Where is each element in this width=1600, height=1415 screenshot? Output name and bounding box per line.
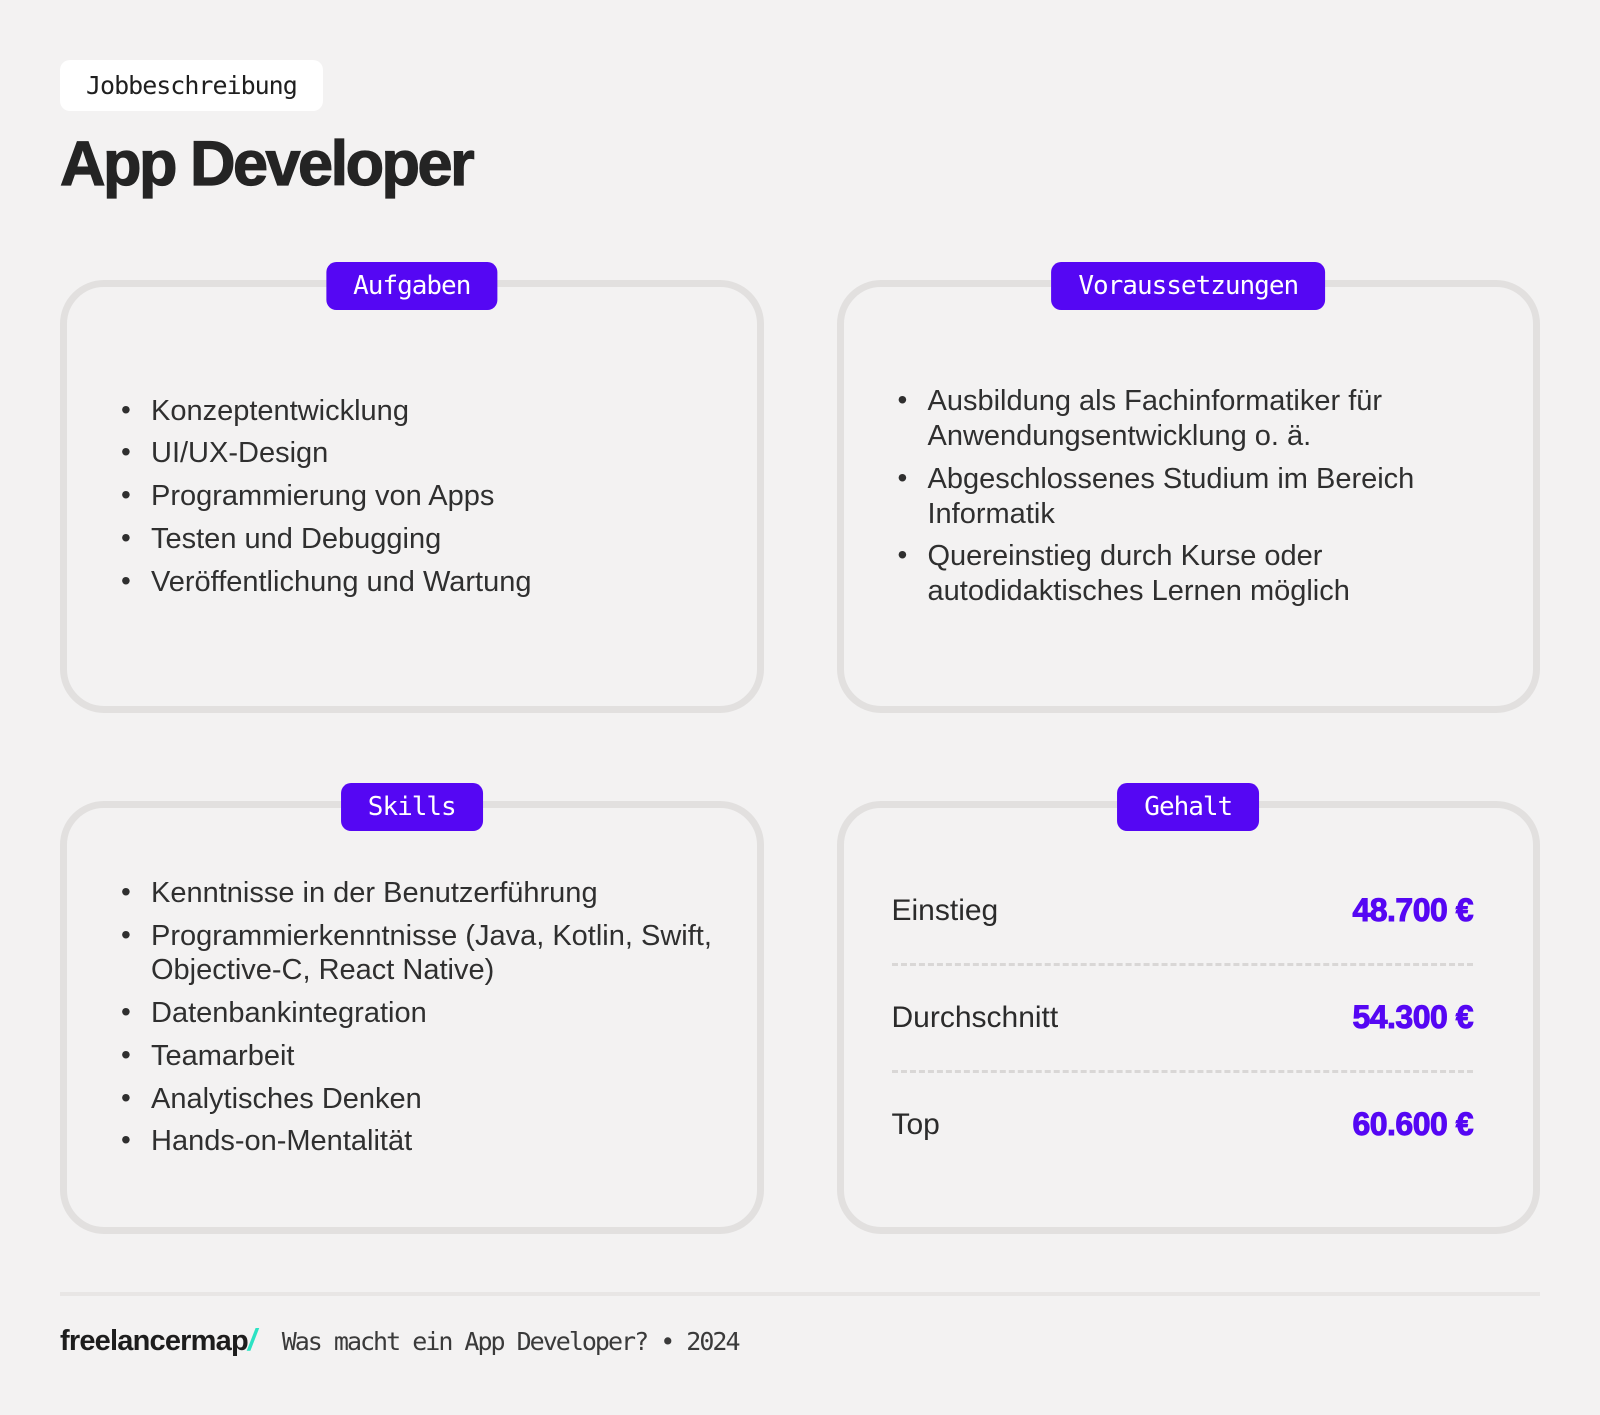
aufgaben-list: Konzeptentwicklung UI/UX-Design Programm… — [67, 386, 757, 608]
salary-row-einstieg: Einstieg 48.700 € — [892, 879, 1474, 943]
salary-row-top: Top 60.600 € — [892, 1093, 1474, 1157]
card-badge-skills: Skills — [341, 783, 483, 831]
card-voraussetzungen: Voraussetzungen Ausbildung als Fachinfor… — [837, 280, 1541, 713]
list-item: Hands-on-Mentalität — [115, 1124, 729, 1159]
freelancermap-logo: freelancermap/ — [60, 1322, 256, 1358]
card-gehalt: Gehalt Einstieg 48.700 € Durchschnitt 54… — [837, 801, 1541, 1234]
card-badge-gehalt: Gehalt — [1117, 783, 1259, 831]
page-header: Jobbeschreibung App Developer — [60, 60, 1540, 196]
list-item: Ausbildung als Fachinformatiker für Anwe… — [892, 384, 1506, 454]
card-badge-voraussetzungen: Voraussetzungen — [1051, 262, 1325, 310]
jobdescription-tag-badge: Jobbeschreibung — [60, 60, 323, 111]
salary-value: 48.700 € — [1352, 892, 1473, 929]
card-skills: Skills Kenntnisse in der Benutzerführung… — [60, 801, 764, 1234]
list-item: Datenbankintegration — [115, 996, 729, 1031]
salary-value: 60.600 € — [1352, 1106, 1473, 1143]
card-aufgaben: Aufgaben Konzeptentwicklung UI/UX-Design… — [60, 280, 764, 713]
card-badge-aufgaben: Aufgaben — [326, 262, 497, 310]
logo-text: freelancermap — [60, 1325, 248, 1357]
dashed-divider — [892, 963, 1474, 966]
skills-list: Kenntnisse in der Benutzerführung Progra… — [67, 868, 757, 1168]
list-item: Veröffentlichung und Wartung — [115, 565, 729, 600]
list-item: Abgeschlossenes Studium im Bereich Infor… — [892, 462, 1506, 532]
salary-label: Einstieg — [892, 894, 999, 928]
salary-label: Durchschnitt — [892, 1001, 1059, 1035]
salary-table: Einstieg 48.700 € Durchschnitt 54.300 € … — [844, 879, 1534, 1157]
salary-value: 54.300 € — [1352, 999, 1473, 1036]
list-item: Analytisches Denken — [115, 1082, 729, 1117]
salary-label: Top — [892, 1108, 940, 1142]
list-item: Quereinstieg durch Kurse oder autodidakt… — [892, 539, 1506, 609]
dashed-divider — [892, 1070, 1474, 1073]
list-item: Testen und Debugging — [115, 522, 729, 557]
list-item: Programmierkenntnisse (Java, Kotlin, Swi… — [115, 919, 729, 989]
salary-row-durchschnitt: Durchschnitt 54.300 € — [892, 986, 1474, 1050]
list-item: Konzeptentwicklung — [115, 394, 729, 429]
logo-slash: / — [248, 1322, 256, 1357]
list-item: UI/UX-Design — [115, 436, 729, 471]
list-item: Programmierung von Apps — [115, 479, 729, 514]
voraussetzungen-list: Ausbildung als Fachinformatiker für Anwe… — [844, 376, 1534, 617]
page-title: App Developer — [60, 133, 1540, 196]
list-item: Teamarbeit — [115, 1039, 729, 1074]
cards-grid: Aufgaben Konzeptentwicklung UI/UX-Design… — [60, 280, 1540, 1234]
page-footer: freelancermap/ Was macht ein App Develop… — [60, 1292, 1540, 1358]
footer-caption: Was macht ein App Developer? • 2024 — [282, 1327, 739, 1356]
list-item: Kenntnisse in der Benutzerführung — [115, 876, 729, 911]
